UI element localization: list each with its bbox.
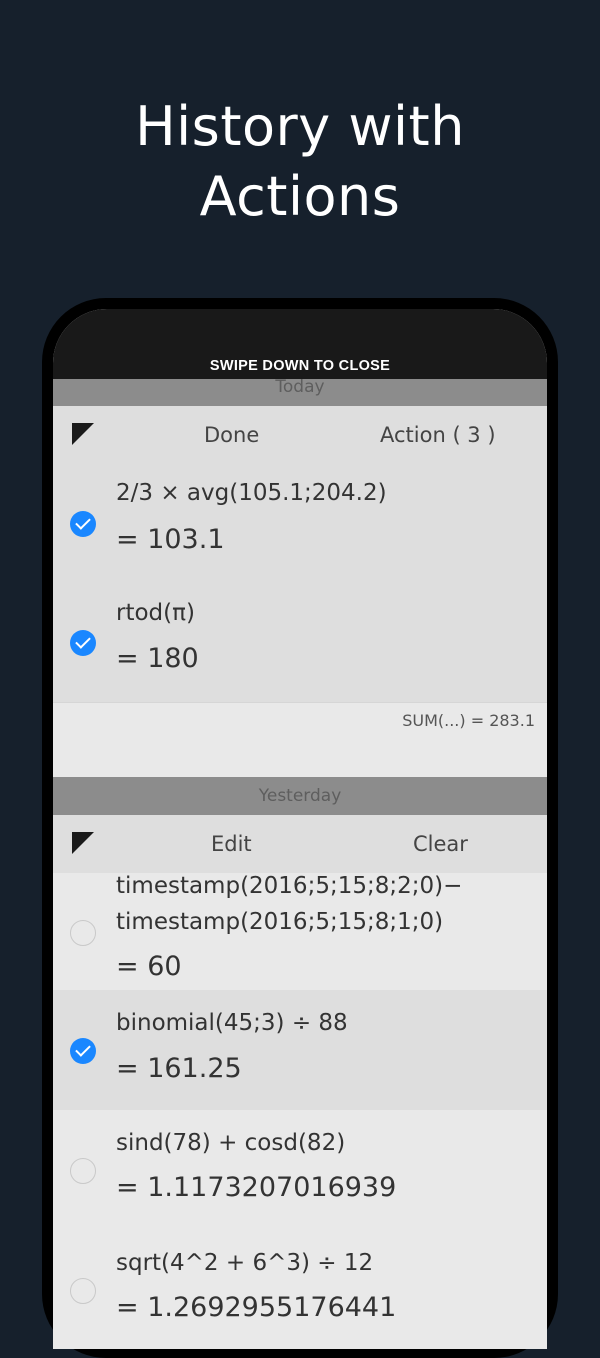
checkmark-icon[interactable]: [70, 1038, 96, 1064]
history-entry[interactable]: sqrt(4^2 + 6^3) ÷ 12 = 1.2692955176441: [53, 1230, 547, 1349]
yesterday-toolbar: Edit Clear: [53, 815, 547, 873]
corner-triangle-icon[interactable]: [72, 423, 94, 445]
empty-circle-icon[interactable]: [70, 1278, 96, 1304]
swipe-banner[interactable]: SWIPE DOWN TO CLOSE: [53, 309, 547, 379]
today-toolbar: Done Action ( 3 ): [53, 406, 547, 464]
entry-result: = 60: [116, 951, 182, 982]
sum-value: SUM(...) = 283.1: [402, 711, 535, 730]
clear-button[interactable]: Clear: [413, 815, 468, 873]
history-entry[interactable]: rtod(π) = 180: [53, 584, 547, 702]
done-button[interactable]: Done: [204, 406, 259, 464]
entry-result: = 180: [116, 643, 199, 674]
empty-circle-icon[interactable]: [70, 920, 96, 946]
headline-line-2: Actions: [199, 165, 401, 228]
history-entry[interactable]: 2/3 × avg(105.1;204.2) = 103.1: [53, 464, 547, 584]
edit-button[interactable]: Edit: [211, 815, 252, 873]
history-entry[interactable]: binomial(45;3) ÷ 88 = 161.25: [53, 990, 547, 1110]
history-entry[interactable]: timestamp(2016;5;15;8;2;0)− timestamp(20…: [53, 873, 547, 990]
checkmark-icon[interactable]: [70, 630, 96, 656]
entry-expression: rtod(π): [116, 600, 195, 626]
entry-expression: sind(78) + cosd(82): [116, 1130, 346, 1156]
empty-circle-icon[interactable]: [70, 1158, 96, 1184]
headline-line-1: History with: [135, 95, 465, 158]
phone-frame: SWIPE DOWN TO CLOSE Today Done Action ( …: [42, 298, 558, 1358]
entry-result: = 1.2692955176441: [116, 1292, 397, 1323]
entry-expression: 2/3 × avg(105.1;204.2): [116, 480, 387, 506]
swipe-down-label: SWIPE DOWN TO CLOSE: [209, 358, 391, 374]
entry-expression: binomial(45;3) ÷ 88: [116, 1010, 348, 1036]
corner-triangle-icon[interactable]: [72, 832, 94, 854]
sum-area: SUM(...) = 283.1: [53, 702, 547, 779]
headline: History with Actions: [0, 92, 600, 232]
action-button[interactable]: Action ( 3 ): [380, 406, 496, 464]
checkmark-icon[interactable]: [70, 511, 96, 537]
entry-result: = 1.1173207016939: [116, 1172, 397, 1203]
section-header-today: Today: [53, 379, 547, 406]
section-header-yesterday: Yesterday: [53, 777, 547, 815]
entry-result: = 103.1: [116, 524, 225, 555]
entry-expression: sqrt(4^2 + 6^3) ÷ 12: [116, 1250, 374, 1276]
phone-screen: SWIPE DOWN TO CLOSE Today Done Action ( …: [53, 309, 547, 1349]
history-entry[interactable]: sind(78) + cosd(82) = 1.1173207016939: [53, 1110, 547, 1230]
entry-expression: timestamp(2016;5;15;8;2;0)−: [116, 873, 463, 899]
entry-result: = 161.25: [116, 1053, 242, 1084]
entry-expression-continued: timestamp(2016;5;15;8;1;0): [116, 909, 444, 935]
